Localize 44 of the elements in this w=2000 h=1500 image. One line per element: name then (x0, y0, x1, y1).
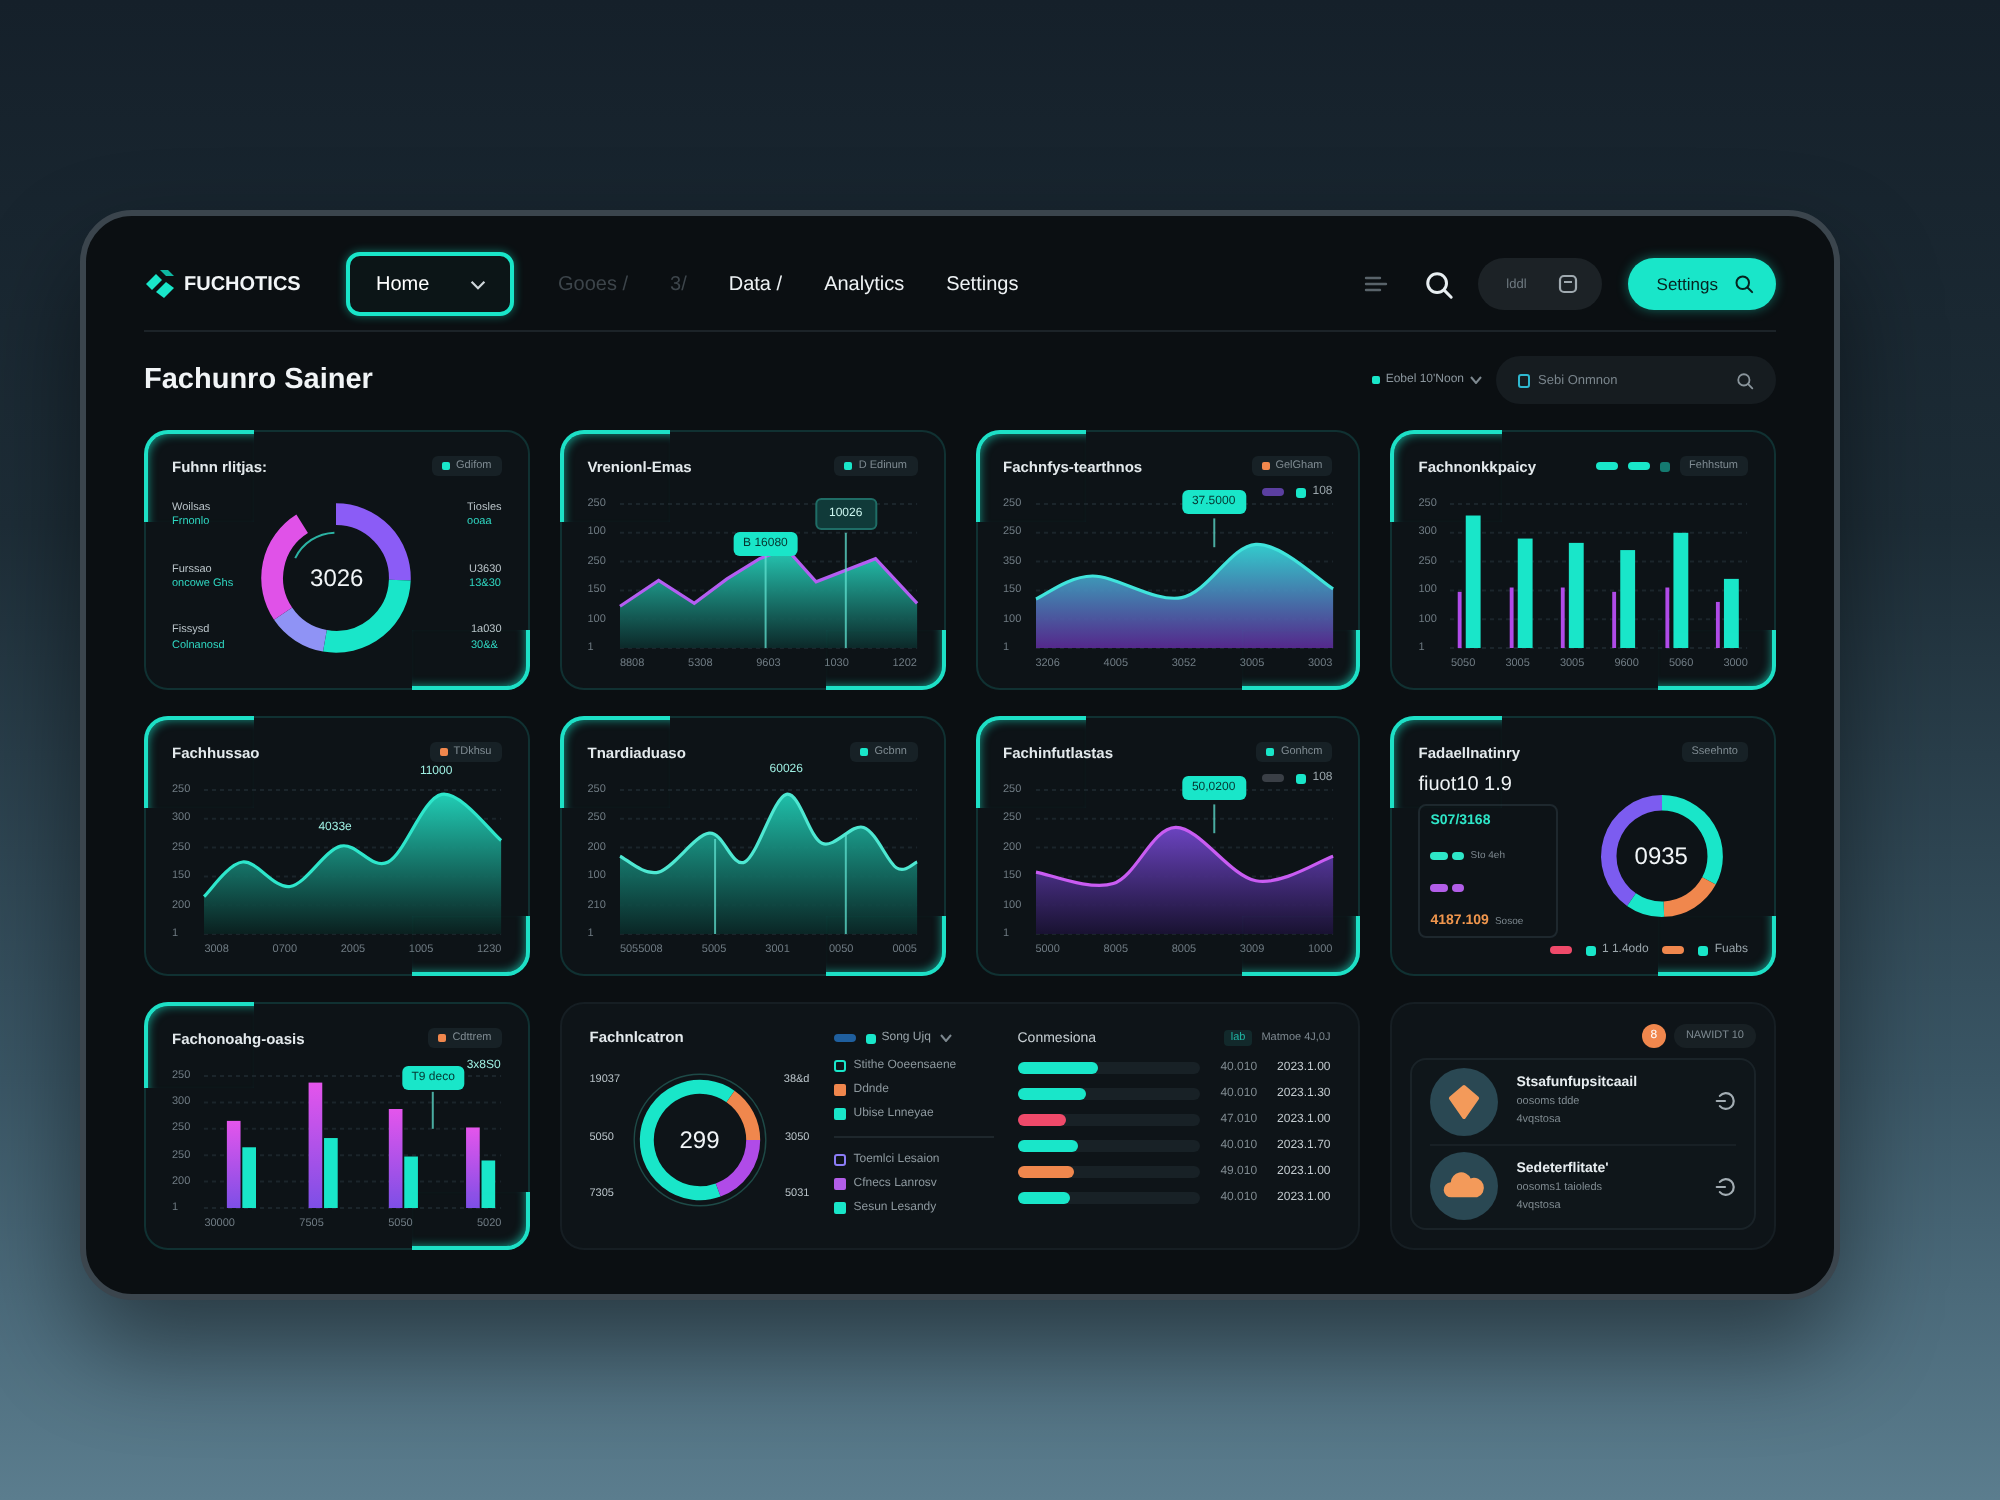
bar (1716, 601, 1721, 648)
window-icon (1558, 274, 1579, 294)
caret-icon[interactable] (940, 1034, 953, 1042)
leader-line (844, 531, 847, 649)
ring-outline (633, 1072, 766, 1206)
bar (1621, 550, 1636, 648)
search-icon[interactable] (1424, 269, 1455, 299)
leader-line (1212, 517, 1215, 549)
settings-button[interactable]: Settings (1628, 258, 1776, 310)
search-icon (1734, 274, 1754, 294)
leader-line (764, 554, 767, 649)
bar (1569, 542, 1585, 648)
donut-center-value: 3026 (310, 564, 364, 592)
logout-icon[interactable] (1714, 1175, 1736, 1198)
caret-icon (1470, 376, 1482, 384)
nav-link[interactable]: Analytics (824, 273, 905, 295)
chevron-down-icon (470, 279, 486, 289)
leader-line (1212, 803, 1215, 835)
bar (1466, 515, 1482, 648)
leader-line (432, 1090, 435, 1130)
donut-center-value: 0935 (1634, 842, 1688, 870)
logo-icon (144, 268, 176, 300)
search-icon[interactable] (1736, 371, 1754, 389)
cloud-icon (1430, 1152, 1499, 1221)
list-icon[interactable] (1364, 274, 1389, 294)
headline-value: fiuot10 1.9 (1418, 774, 1514, 796)
bar (1518, 538, 1534, 648)
arc-line (295, 531, 336, 559)
donut-center-value: 299 (679, 1125, 720, 1153)
bar (1724, 578, 1740, 648)
nav-link[interactable]: Settings (946, 273, 1019, 295)
leader-line (844, 832, 847, 935)
leader-line (713, 837, 716, 935)
nav-link[interactable]: Data / (728, 273, 783, 295)
bar (1666, 587, 1671, 648)
bar (1510, 587, 1515, 648)
document-icon (1518, 373, 1530, 387)
logout-icon[interactable] (1714, 1090, 1736, 1113)
bar (1458, 591, 1463, 648)
bar (1674, 532, 1690, 648)
home-dropdown[interactable]: Home (346, 252, 514, 316)
logo-text: FUCHOTICS (184, 273, 301, 295)
page-title: Fachunro Sainer (144, 364, 373, 396)
bar (1561, 587, 1566, 648)
